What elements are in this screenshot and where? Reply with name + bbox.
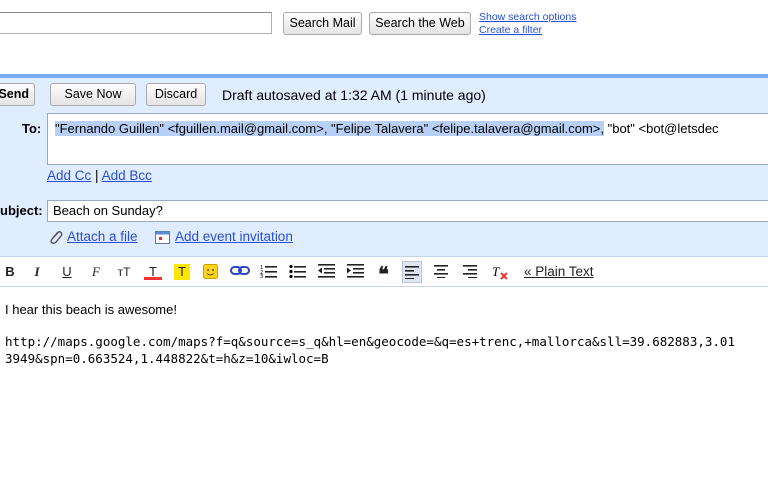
attach-file-link[interactable]: Attach a file xyxy=(67,229,138,244)
numbered-list-icon[interactable]: 123 xyxy=(260,264,277,280)
message-line-3: 3949&spn=0.663524,1.448822&t=h&z=10&iwlo… xyxy=(5,351,329,366)
discard-button[interactable]: Discard xyxy=(146,83,206,106)
highlight-color-button[interactable]: T xyxy=(174,264,190,280)
search-mail-button[interactable]: Search Mail xyxy=(283,12,362,35)
add-event-link[interactable]: Add event invitation xyxy=(175,229,293,244)
formatting-toolbar: B I U F тT T T 123 ❝ T « Plain Text xyxy=(0,256,768,287)
text-color-button[interactable]: T xyxy=(144,264,162,280)
search-input[interactable] xyxy=(0,12,272,34)
bullet-list-icon[interactable] xyxy=(289,264,306,280)
create-filter-link[interactable]: Create a filter xyxy=(479,24,542,36)
save-now-button[interactable]: Save Now xyxy=(50,83,136,106)
align-left-icon[interactable] xyxy=(402,261,422,283)
font-family-button[interactable]: F xyxy=(86,264,106,280)
autosave-status: Draft autosaved at 1:32 AM (1 minute ago… xyxy=(222,87,486,103)
italic-button[interactable]: I xyxy=(31,264,43,280)
decrease-indent-icon[interactable] xyxy=(318,264,335,280)
font-size-button[interactable]: тT xyxy=(113,264,135,280)
add-bcc-link[interactable]: Add Bcc xyxy=(102,168,152,183)
increase-indent-icon[interactable] xyxy=(347,264,364,280)
underline-button[interactable]: U xyxy=(60,264,74,280)
show-search-options-link[interactable]: Show search options xyxy=(479,11,576,23)
plain-text-link[interactable]: « Plain Text xyxy=(524,264,604,280)
align-center-icon[interactable] xyxy=(433,264,449,280)
calendar-icon xyxy=(155,230,170,249)
send-button[interactable]: Send xyxy=(0,83,35,106)
subject-label: ubject: xyxy=(0,203,43,218)
smiley-icon[interactable] xyxy=(202,264,218,280)
message-body[interactable]: I hear this beach is awesome! http://map… xyxy=(0,288,768,480)
add-cc-link[interactable]: Add Cc xyxy=(47,168,91,183)
svg-text:3: 3 xyxy=(260,274,263,278)
quote-icon[interactable]: ❝ xyxy=(375,264,392,286)
message-line-1: I hear this beach is awesome! xyxy=(5,302,177,317)
search-web-button[interactable]: Search the Web xyxy=(369,12,471,35)
to-label: To: xyxy=(22,121,42,136)
to-more-recipients: "bot" <bot@letsdec xyxy=(603,121,719,136)
to-field[interactable]: "Fernando Guillen" <fguillen.mail@gmail.… xyxy=(47,113,768,165)
subject-field[interactable]: Beach on Sunday? xyxy=(47,200,768,222)
remove-formatting-icon[interactable]: T xyxy=(491,264,509,280)
cc-bcc-separator: | xyxy=(95,168,99,183)
paperclip-icon xyxy=(47,228,63,251)
svg-text:T: T xyxy=(492,264,500,279)
message-line-2: http://maps.google.com/maps?f=q&source=s… xyxy=(5,334,735,349)
align-right-icon[interactable] xyxy=(462,264,478,280)
link-icon[interactable] xyxy=(230,264,250,280)
to-selected-recipients: "Fernando Guillen" <fguillen.mail@gmail.… xyxy=(55,121,604,136)
bold-button[interactable]: B xyxy=(4,264,16,280)
